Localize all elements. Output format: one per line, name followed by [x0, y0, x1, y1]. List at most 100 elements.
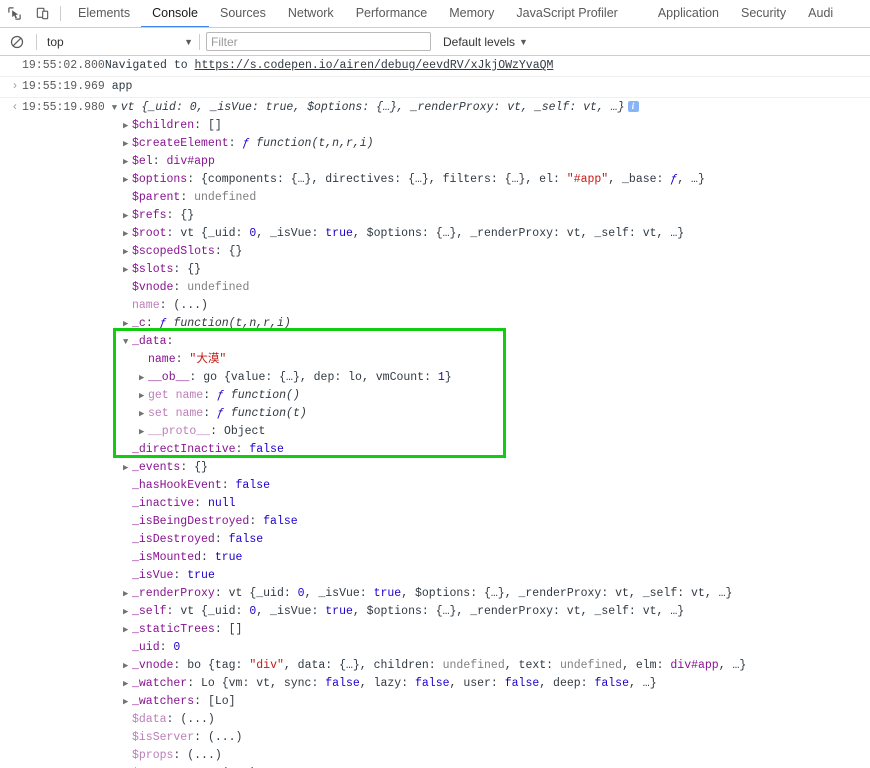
object-property-row[interactable]: ▶ _events: {} — [0, 459, 870, 477]
execution-context-selector[interactable]: top ▼ — [43, 35, 193, 49]
tab-network[interactable]: Network — [277, 0, 345, 27]
object-property-row[interactable]: $vnode: undefined — [0, 279, 870, 297]
info-badge-icon[interactable]: i — [627, 101, 639, 112]
disclosure-triangle-icon[interactable] — [123, 639, 132, 657]
object-property-row[interactable]: ▶ set name: ƒ function(t) — [0, 405, 870, 423]
object-property-row[interactable]: ▶ $children: [] — [0, 117, 870, 135]
disclosure-triangle-icon[interactable] — [123, 441, 132, 459]
disclosure-triangle-icon[interactable]: ▶ — [123, 621, 132, 639]
object-property-row[interactable]: $data: (...) — [0, 711, 870, 729]
property-value: true — [214, 551, 243, 564]
inspect-cursor-icon[interactable] — [0, 0, 28, 27]
tab-audits[interactable]: Audi — [797, 0, 844, 27]
disclosure-triangle-icon[interactable]: ▶ — [123, 171, 132, 189]
property-separator: : — [194, 731, 208, 744]
object-property-row[interactable]: ▶ $scopedSlots: {} — [0, 243, 870, 261]
disclosure-triangle-icon[interactable] — [123, 297, 132, 315]
disclosure-triangle-icon[interactable]: ▶ — [123, 315, 132, 333]
tab-elements[interactable]: Elements — [67, 0, 141, 27]
disclosure-triangle-icon[interactable]: ▶ — [139, 423, 148, 441]
property-name: _staticTrees — [132, 623, 215, 636]
disclosure-triangle-icon[interactable]: ▶ — [123, 261, 132, 279]
object-property-row[interactable]: _isBeingDestroyed: false — [0, 513, 870, 531]
disclosure-triangle-icon[interactable]: ▶ — [123, 675, 132, 693]
device-toolbar-icon[interactable] — [28, 0, 56, 27]
tab-performance[interactable]: Performance — [345, 0, 439, 27]
object-property-row[interactable]: ▶ get name: ƒ function() — [0, 387, 870, 405]
object-property-row[interactable]: ▶ $root: vt {_uid: 0, _isVue: true, $opti… — [0, 225, 870, 243]
object-property-row[interactable]: name: (...) — [0, 297, 870, 315]
object-property-row[interactable]: ▶ $el: div#app — [0, 153, 870, 171]
object-property-row[interactable]: ▼ _data: — [0, 333, 870, 351]
object-property-row[interactable]: $props: (...) — [0, 747, 870, 765]
console-message-list[interactable]: 19:55:02.800Navigated to https://s.codep… — [0, 56, 870, 768]
disclosure-triangle-icon[interactable] — [123, 495, 132, 513]
disclosure-triangle-icon[interactable]: ▶ — [123, 603, 132, 621]
object-property-row[interactable]: _isMounted: true — [0, 549, 870, 567]
disclosure-triangle-icon[interactable]: ▶ — [139, 387, 148, 405]
disclosure-triangle-icon[interactable] — [123, 711, 132, 729]
object-property-row[interactable]: ▶ _vnode: bo {tag: "div", data: {…}, chil… — [0, 657, 870, 675]
object-property-row[interactable]: _uid: 0 — [0, 639, 870, 657]
tab-sources[interactable]: Sources — [209, 0, 277, 27]
disclosure-triangle-icon[interactable] — [123, 513, 132, 531]
disclosure-triangle-icon[interactable] — [123, 729, 132, 747]
disclosure-triangle-icon[interactable]: ▶ — [139, 369, 148, 387]
object-property-row[interactable]: ▶ _renderProxy: vt {_uid: 0, _isVue: true… — [0, 585, 870, 603]
disclosure-triangle-icon[interactable]: ▶ — [123, 117, 132, 135]
property-name: _vnode — [132, 659, 174, 672]
disclosure-triangle-icon[interactable]: ▶ — [123, 153, 132, 171]
disclosure-triangle-icon[interactable] — [139, 351, 148, 369]
object-property-row[interactable]: ▶ $createElement: ƒ function(t,n,r,i) — [0, 135, 870, 153]
disclosure-triangle-icon[interactable] — [123, 747, 132, 765]
disclosure-triangle-icon[interactable]: ▶ — [123, 693, 132, 711]
disclosure-triangle-icon[interactable]: ▼ — [123, 333, 132, 351]
object-property-row[interactable]: _isVue: true — [0, 567, 870, 585]
object-property-row[interactable]: ▶ _c: ƒ function(t,n,r,i) — [0, 315, 870, 333]
object-property-row[interactable]: ▶ _watcher: Lo {vm: vt, sync: false, lazy… — [0, 675, 870, 693]
object-property-row[interactable]: $isServer: (...) — [0, 729, 870, 747]
tab-application[interactable]: Application — [647, 0, 730, 27]
disclosure-triangle-icon[interactable]: ▶ — [123, 207, 132, 225]
disclosure-triangle-icon[interactable]: ▶ — [123, 135, 132, 153]
filter-input[interactable] — [206, 32, 431, 51]
object-property-row[interactable]: ▶ __proto__: Object — [0, 423, 870, 441]
object-property-row[interactable]: _isDestroyed: false — [0, 531, 870, 549]
object-property-row[interactable]: ▶ _self: vt {_uid: 0, _isVue: true, $opti… — [0, 603, 870, 621]
object-property-row[interactable]: ▶ $refs: {} — [0, 207, 870, 225]
navigated-url-link[interactable]: https://s.codepen.io/airen/debug/eevdRV/… — [195, 59, 554, 72]
disclosure-triangle-open-icon[interactable]: ▼ — [112, 99, 121, 117]
object-property-row[interactable]: _inactive: null — [0, 495, 870, 513]
disclosure-triangle-icon[interactable]: ▶ — [123, 225, 132, 243]
disclosure-triangle-icon[interactable] — [123, 189, 132, 207]
property-value: Object — [223, 425, 266, 438]
tab-memory[interactable]: Memory — [438, 0, 505, 27]
disclosure-triangle-icon[interactable] — [123, 567, 132, 585]
object-property-row[interactable]: _hasHookEvent: false — [0, 477, 870, 495]
disclosure-triangle-icon[interactable] — [123, 477, 132, 495]
property-name: _watchers — [132, 695, 195, 708]
disclosure-triangle-icon[interactable] — [123, 279, 132, 297]
tab-security[interactable]: Security — [730, 0, 797, 27]
object-property-row[interactable]: ▶ $slots: {} — [0, 261, 870, 279]
object-property-row[interactable]: ▶ __ob__: go {value: {…}, dep: lo, vmCoun… — [0, 369, 870, 387]
object-property-row[interactable]: ▶ _watchers: [Lo] — [0, 693, 870, 711]
object-property-row[interactable]: ▶ $options: {components: {…}, directives:… — [0, 171, 870, 189]
disclosure-triangle-icon[interactable]: ▶ — [139, 405, 148, 423]
disclosure-triangle-icon[interactable]: ▶ — [123, 657, 132, 675]
disclosure-triangle-icon[interactable] — [123, 549, 132, 567]
log-levels-selector[interactable]: Default levels ▼ — [443, 35, 528, 49]
object-property-row[interactable]: $parent: undefined — [0, 189, 870, 207]
clear-console-icon[interactable] — [4, 29, 30, 55]
disclosure-triangle-icon[interactable]: ▶ — [123, 243, 132, 261]
tab-console[interactable]: Console — [141, 0, 209, 27]
disclosure-triangle-icon[interactable]: ▶ — [123, 459, 132, 477]
tab-javascript-profiler[interactable]: JavaScript Profiler — [505, 0, 628, 27]
object-property-row[interactable]: ▶ _staticTrees: [] — [0, 621, 870, 639]
console-object-header[interactable]: ‹ 19:55:19.980 ▼ vt {_uid: 0, _isVue: true… — [0, 99, 870, 117]
disclosure-triangle-icon[interactable] — [123, 531, 132, 549]
object-property-row[interactable]: name: "大漠" — [0, 351, 870, 369]
input-prompt-icon: › — [11, 80, 19, 93]
object-property-row[interactable]: _directInactive: false — [0, 441, 870, 459]
disclosure-triangle-icon[interactable]: ▶ — [123, 585, 132, 603]
